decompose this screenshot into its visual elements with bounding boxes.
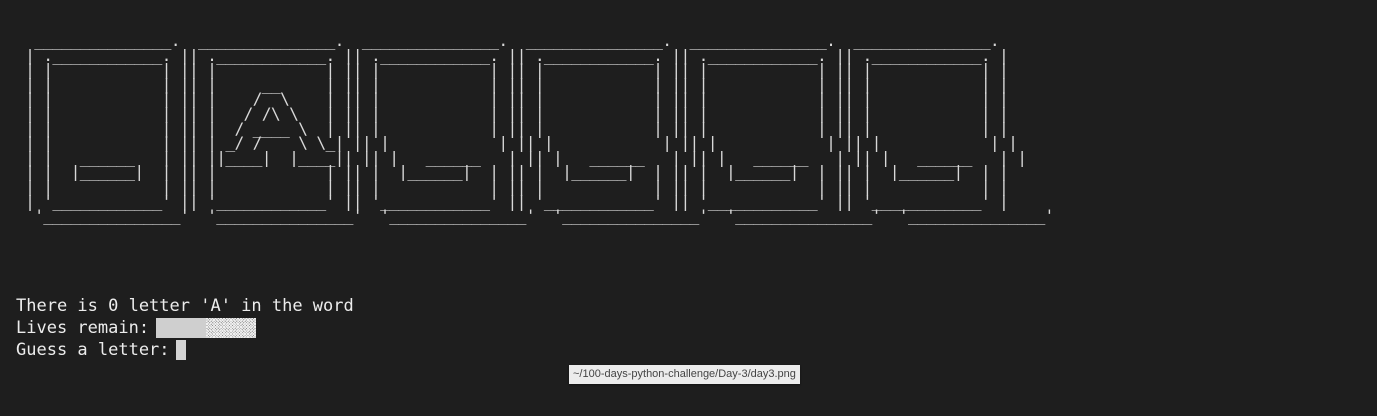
lives-bar [156, 318, 256, 338]
input-cursor[interactable] [176, 340, 186, 360]
lives-label: Lives remain: [16, 318, 160, 338]
status-message: There is 0 letter 'A' in the word [16, 296, 354, 316]
file-path-tooltip: ~/100-days-python-challenge/Day-3/day3.p… [569, 365, 800, 384]
guess-prompt: Guess a letter: [16, 340, 180, 360]
terminal-window[interactable]: _______________. _______________. ______… [0, 0, 1377, 416]
lives-lost-block [206, 318, 256, 338]
hangman-letter-tiles: _______________. _______________. ______… [25, 31, 1054, 226]
lives-remaining-block [156, 318, 206, 338]
